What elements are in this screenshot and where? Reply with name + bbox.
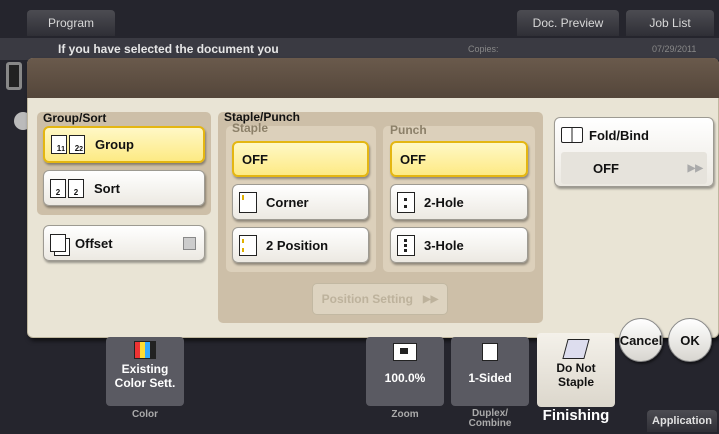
fold-bind-title: Fold/Bind xyxy=(589,127,649,143)
fold-bind-button[interactable]: Fold/Bind OFF ▶▶ xyxy=(554,117,714,187)
punch-title: Punch xyxy=(390,123,427,137)
group-sort-title: Group/Sort xyxy=(43,111,107,125)
finishing-value: Do Not Staple xyxy=(556,361,596,389)
arrow-right-icon: ▶▶ xyxy=(687,162,703,174)
group-label: Group xyxy=(95,137,134,152)
position-setting-label: Position Setting xyxy=(321,292,413,306)
fold-bind-value: OFF xyxy=(593,160,619,176)
offset-button[interactable]: Offset xyxy=(43,225,205,261)
color-icon xyxy=(134,341,156,359)
three-hole-icon xyxy=(397,234,415,256)
copies-label: Copies: xyxy=(468,44,499,54)
status-message: If you have selected the document you xyxy=(58,42,279,56)
lock-icon xyxy=(6,62,22,90)
cancel-button[interactable]: Cancel xyxy=(619,318,663,362)
date-text: 07/29/2011 xyxy=(652,44,697,54)
staple-off-label: OFF xyxy=(242,151,268,167)
staple-off-button[interactable]: OFF xyxy=(232,141,369,177)
two-hole-icon xyxy=(397,191,415,213)
ok-button[interactable]: OK xyxy=(668,318,712,362)
punch-off-button[interactable]: OFF xyxy=(390,141,528,177)
program-tab[interactable]: Program xyxy=(27,10,115,36)
staple-corner-label: Corner xyxy=(266,194,309,210)
doc-preview-label: Doc. Preview xyxy=(532,16,604,30)
staple-2position-label: 2 Position xyxy=(266,237,329,253)
punch-2hole-label: 2-Hole xyxy=(424,194,464,210)
staple-2position-button[interactable]: 2 Position xyxy=(232,227,369,263)
group-icon: 11 22 xyxy=(51,135,87,154)
duplex-tab-label: Duplex/ Combine xyxy=(468,408,512,429)
job-list-label: Job List xyxy=(649,16,691,30)
application-label: Application xyxy=(652,415,712,427)
zoom-tile[interactable]: 100.0% xyxy=(366,337,444,406)
punch-off-label: OFF xyxy=(400,151,426,167)
offset-label: Offset xyxy=(75,235,113,251)
zoom-value: 100.0% xyxy=(384,371,426,385)
punch-3hole-label: 3-Hole xyxy=(424,237,464,253)
position-setting-button[interactable]: Position Setting ▶▶ xyxy=(312,283,448,315)
staple-title: Staple xyxy=(232,121,269,135)
staple-corner-button[interactable]: Corner xyxy=(232,184,369,220)
corner-staple-icon xyxy=(239,191,257,213)
zoom-icon xyxy=(393,343,417,361)
offset-icon xyxy=(50,234,66,252)
existing-color-label: Existing Color Sett. xyxy=(114,362,176,390)
existing-color-tile[interactable]: Existing Color Sett. xyxy=(106,337,184,406)
doc-preview-button[interactable]: Doc. Preview xyxy=(517,10,619,36)
ok-label: OK xyxy=(680,332,700,348)
duplex-tile[interactable]: 1-Sided xyxy=(451,337,529,406)
sort-button[interactable]: 2 2 Sort xyxy=(43,170,205,206)
zoom-tab-label: Zoom xyxy=(391,409,419,420)
group-button[interactable]: 11 22 Group xyxy=(43,126,205,163)
program-label: Program xyxy=(47,16,94,30)
book-icon xyxy=(561,127,583,143)
color-tab-label: Color xyxy=(131,409,159,420)
status-strip: If you have selected the document you Co… xyxy=(0,38,719,60)
dialog-header-bar xyxy=(27,58,719,98)
punch-2hole-button[interactable]: 2-Hole xyxy=(390,184,528,220)
finishing-tile[interactable]: Do Not Staple xyxy=(537,333,615,407)
duplex-value: 1-Sided xyxy=(468,371,512,385)
cancel-label: Cancel xyxy=(619,332,663,348)
application-tab[interactable]: Application xyxy=(647,410,717,432)
punch-3hole-button[interactable]: 3-Hole xyxy=(390,227,528,263)
duplex-icon xyxy=(482,343,498,361)
sort-label: Sort xyxy=(94,180,120,196)
sort-icon: 2 2 xyxy=(50,178,86,198)
offset-checkbox[interactable] xyxy=(183,236,196,250)
double-arrow-icon: ▶▶ xyxy=(422,293,439,305)
job-list-button[interactable]: Job List xyxy=(626,10,714,36)
finishing-tab-label: Finishing xyxy=(542,407,610,424)
staple-icon xyxy=(562,339,590,359)
two-position-staple-icon xyxy=(239,234,257,256)
